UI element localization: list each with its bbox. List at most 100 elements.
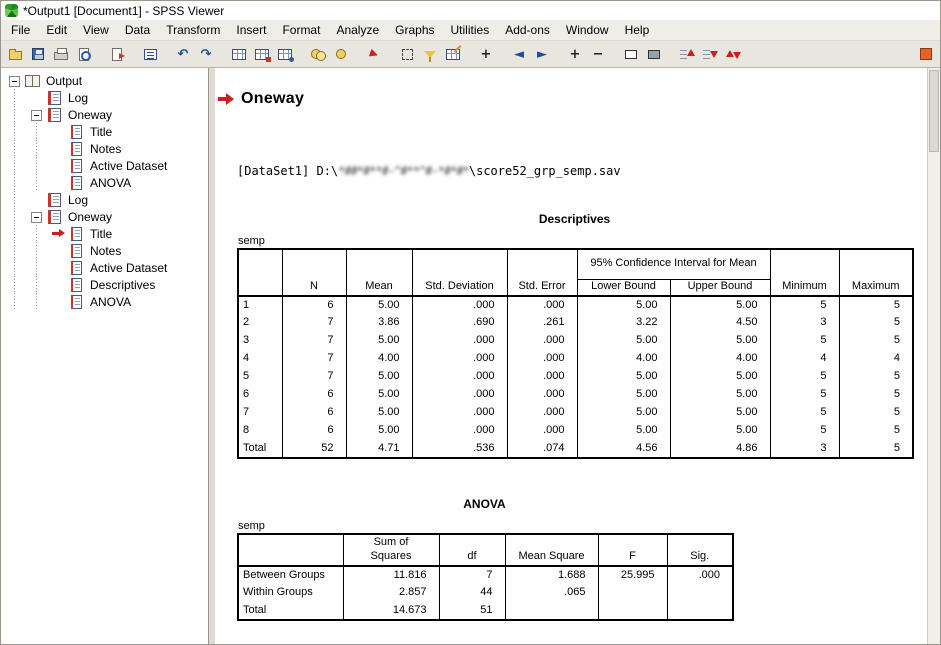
- expand-outline-icon: +: [570, 48, 581, 61]
- outline-item-title[interactable]: Title: [1, 123, 208, 140]
- tree-indent: [25, 157, 47, 174]
- descriptives-table[interactable]: NMeanStd. DeviationStd. Error95% Confide…: [237, 248, 914, 459]
- tree-indent: [3, 157, 25, 174]
- outline-item-anova[interactable]: ANOVA: [1, 293, 208, 310]
- print-button[interactable]: [50, 43, 72, 65]
- log-icon: [47, 210, 62, 224]
- cell: 44: [439, 584, 505, 602]
- descriptives-caption: semp: [238, 235, 912, 247]
- cell: 7: [282, 368, 346, 386]
- outline-item-title[interactable]: Title: [1, 225, 208, 242]
- cell: 4.71: [346, 440, 412, 458]
- show-all-variables-button[interactable]: [330, 43, 352, 65]
- col-header-ci-group: 95% Confidence Interval for Mean: [577, 249, 770, 279]
- outline-item-label: Oneway: [66, 210, 114, 224]
- select-objects-button[interactable]: [396, 43, 418, 65]
- outline-item-label: Log: [66, 91, 90, 105]
- cell: 4.86: [670, 440, 770, 458]
- menu-analyze[interactable]: Analyze: [328, 21, 387, 39]
- collapse-outline-button[interactable]: −: [587, 43, 609, 65]
- anova-row-total: Total14.67351: [238, 602, 733, 620]
- next-item-button[interactable]: ►: [531, 43, 553, 65]
- designate-window-button[interactable]: [915, 43, 937, 65]
- undo-button[interactable]: ↶: [172, 43, 194, 65]
- outline-item-anova[interactable]: ANOVA: [1, 174, 208, 191]
- menu-help[interactable]: Help: [617, 21, 658, 39]
- anova-row-within-groups: Within Groups2.85744.065: [238, 584, 733, 602]
- menu-utilities[interactable]: Utilities: [443, 21, 498, 39]
- outline-item-notes[interactable]: Notes: [1, 242, 208, 259]
- outline-item-oneway[interactable]: Oneway: [1, 106, 208, 123]
- cell: .000: [507, 404, 577, 422]
- menu-insert[interactable]: Insert: [228, 21, 274, 39]
- menu-data[interactable]: Data: [117, 21, 158, 39]
- tree-indent: [47, 276, 69, 293]
- outline-item-label: Notes: [88, 142, 123, 156]
- redo-button[interactable]: ↷: [195, 43, 217, 65]
- collapse-expander[interactable]: [25, 208, 47, 225]
- collapse-expander[interactable]: [3, 72, 25, 89]
- descriptives-block: Descriptives semp NMeanStd. DeviationStd…: [237, 212, 912, 459]
- show-item-button[interactable]: [620, 43, 642, 65]
- edit-outline-button[interactable]: [442, 43, 464, 65]
- save-button[interactable]: [27, 43, 49, 65]
- desc-row-total: Total524.71.536.0744.564.8635: [238, 440, 913, 458]
- outline-item-log[interactable]: Log: [1, 89, 208, 106]
- cell: 3: [238, 332, 282, 350]
- outline-item-notes[interactable]: Notes: [1, 140, 208, 157]
- outline-item-descriptives[interactable]: Descriptives: [1, 276, 208, 293]
- undo-icon: ↶: [178, 48, 189, 61]
- select-last-output-button[interactable]: [363, 43, 385, 65]
- cell: .690: [412, 314, 507, 332]
- outline-item-active-dataset[interactable]: Active Dataset: [1, 157, 208, 174]
- menu-format[interactable]: Format: [274, 21, 328, 39]
- tree-indent: [47, 140, 69, 157]
- cell: 5.00: [670, 368, 770, 386]
- outline-item-label: Log: [66, 193, 90, 207]
- collapse-expander[interactable]: [25, 106, 47, 123]
- menu-file[interactable]: File: [3, 21, 38, 39]
- menu-window[interactable]: Window: [558, 21, 617, 39]
- move-objects-button[interactable]: +: [475, 43, 497, 65]
- cell: 7: [282, 350, 346, 368]
- outline-item-oneway[interactable]: Oneway: [1, 208, 208, 225]
- menu-graphs[interactable]: Graphs: [387, 21, 442, 39]
- promote-item-button[interactable]: [676, 43, 698, 65]
- outline-item-label: Title: [88, 227, 114, 241]
- cell: 4.56: [577, 440, 670, 458]
- cell: 5: [770, 422, 839, 440]
- vertical-scrollbar[interactable]: [927, 68, 940, 644]
- use-variable-sets-button[interactable]: [307, 43, 329, 65]
- previous-item-button[interactable]: ◄: [508, 43, 530, 65]
- print-preview-button[interactable]: [73, 43, 95, 65]
- outline-item-active-dataset[interactable]: Active Dataset: [1, 259, 208, 276]
- cell: .000: [412, 296, 507, 314]
- goto-case-button[interactable]: [251, 43, 273, 65]
- outline-item-output[interactable]: Output: [1, 72, 208, 89]
- variables-button[interactable]: [274, 43, 296, 65]
- cell: 5.00: [577, 296, 670, 314]
- menu-add-ons[interactable]: Add-ons: [497, 21, 558, 39]
- demote-item-button[interactable]: [699, 43, 721, 65]
- expand-outline-button[interactable]: +: [564, 43, 586, 65]
- goto-data-button[interactable]: [228, 43, 250, 65]
- recall-dialogs-button[interactable]: [139, 43, 161, 65]
- filter-objects-button[interactable]: [419, 43, 441, 65]
- menu-view[interactable]: View: [75, 21, 117, 39]
- cell: 5: [770, 296, 839, 314]
- col-header-maximum: Maximum: [839, 249, 913, 296]
- change-outline-level-button[interactable]: [722, 43, 744, 65]
- cell: 5.00: [346, 296, 412, 314]
- menu-edit[interactable]: Edit: [38, 21, 75, 39]
- outline-item-label: Title: [88, 125, 114, 139]
- hide-item-button[interactable]: [643, 43, 665, 65]
- menu-transform[interactable]: Transform: [158, 21, 228, 39]
- tree-indent: [3, 208, 25, 225]
- anova-table[interactable]: Sum of SquaresdfMean SquareFSig.Between …: [237, 533, 734, 621]
- print-preview-icon: [79, 48, 89, 61]
- desc-row-5: 575.00.000.0005.005.0055: [238, 368, 913, 386]
- cell: 5: [839, 422, 913, 440]
- open-file-button[interactable]: [4, 43, 26, 65]
- outline-item-log[interactable]: Log: [1, 191, 208, 208]
- export-output-button[interactable]: [106, 43, 128, 65]
